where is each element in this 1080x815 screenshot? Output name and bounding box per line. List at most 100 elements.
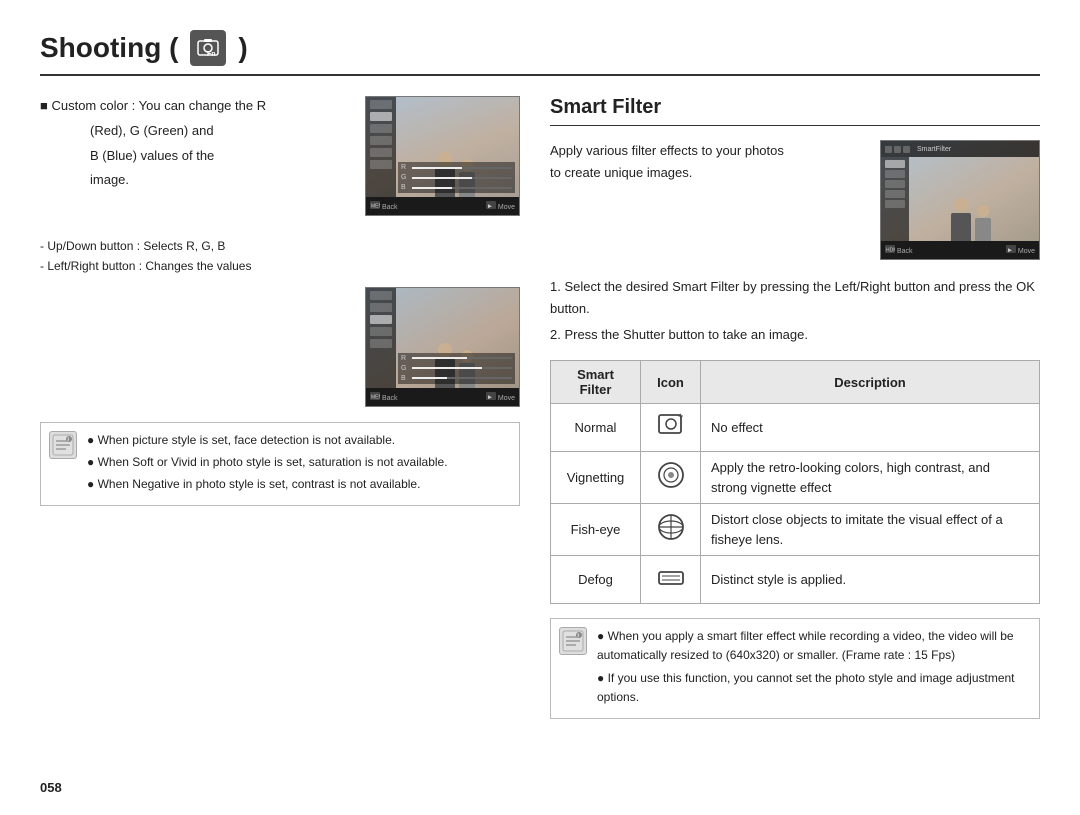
cam-sidebar-item-3 [370,124,392,133]
note-box-left: i ● When picture style is set, face dete… [40,422,520,507]
smart-filter-title: Smart Filter [550,96,1040,126]
svg-text:HDMI: HDMI [886,248,895,254]
camera-screen-2: R G B MENU [365,287,520,407]
filter-name-normal: Normal [551,404,641,452]
sf-sidebar-item-1 [885,160,905,168]
cam-sidebar-item-1 [370,100,392,109]
sf-dot-2 [894,146,901,153]
sf-sidebar-item-2 [885,170,905,178]
sf-dot-3 [903,146,910,153]
filter-desc-fisheye: Distort close objects to imitate the vis… [701,504,1040,556]
note-box-right: i ● When you apply a smart filter effect… [550,618,1040,719]
sf-cam-back: HDMI Back [885,245,913,255]
sf-dot-1 [885,146,892,153]
slider-track2-b [412,377,512,379]
sf-sidebar-item-5 [885,200,905,208]
note-icon-right: i [559,627,587,655]
cam-sidebar-item-2 [370,112,392,121]
cam-sidebar-2 [366,288,396,388]
filter-icon-defog [641,556,701,604]
filter-icon-vignetting [641,452,701,504]
second-camera-row: R G B MENU [40,287,520,407]
col-icon-header: Icon [641,361,701,404]
filter-desc-vignetting: Apply the retro-looking colors, high con… [701,452,1040,504]
sf-sidebar-item-4 [885,190,905,198]
step-2: 2. Press the Shutter button to take an i… [550,324,1040,346]
cam-sliders-1: R G B [398,162,515,193]
sf-sidebar-item-3 [885,180,905,188]
cam-back-label-2: MENU Back [370,392,398,402]
smart-filter-intro: Apply various filter effects to your pho… [550,140,1040,260]
cam-sidebar-item-5 [370,148,392,157]
person-body-sf-2 [975,218,991,241]
cam-sidebar-item2-5 [370,339,392,348]
svg-text:MENU: MENU [371,204,380,210]
cam-sidebar-item2-2 [370,303,392,312]
page-title: Shooting ( Fn ) [40,30,248,66]
sf-cam-topbar: SmartFilter [881,141,1039,157]
updown-line2: - Left/Right button : Changes the values [40,256,520,276]
person-head-sf-1 [954,198,968,212]
cam-sidebar-item-4 [370,136,392,145]
slider-label-g: G [401,174,409,181]
title-text: Shooting ( [40,32,178,64]
table-row: Fish-eye Distort close objects to imitat… [551,504,1040,556]
couple-figure-sf [913,186,1029,241]
updown-text: - Up/Down button : Selects R, G, B - Lef… [40,236,520,277]
smart-filter-camera: SmartFilter HDMI Back [880,140,1040,260]
svg-text:▶: ▶ [1008,248,1012,254]
cam-sliders-2: R G B [398,353,515,384]
cam-sidebar-item2-4 [370,327,392,336]
custom-color-line3: B (Blue) values of the [40,146,350,167]
cam-sidebar-item2-1 [370,291,392,300]
step-1: 1. Select the desired Smart Filter by pr… [550,276,1040,320]
cam-move-label: ▶ Move [486,201,515,211]
slider-track2-g [412,367,512,369]
cam-slider-row-2: G [401,174,512,181]
col-description-header: Description [701,361,1040,404]
steps-text: 1. Select the desired Smart Filter by pr… [550,276,1040,346]
cam-sidebar-1 [366,97,396,197]
table-row: Defog Distinct style is applied. [551,556,1040,604]
main-content: ■ Custom color : You can change the R (R… [40,96,1040,760]
intro-text: Apply various filter effects to your pho… [550,140,865,260]
page-number: 058 [40,780,1040,795]
custom-color-line2: (Red), G (Green) and [40,121,350,142]
note-icon-left: i [49,431,77,459]
note-left-bullet3: ● When Negative in photo style is set, c… [87,475,448,494]
left-column: ■ Custom color : You can change the R (R… [40,96,520,760]
svg-text:▶: ▶ [488,204,492,210]
note-right-bullet1: ● When you apply a smart filter effect w… [597,627,1031,665]
svg-text:+: + [678,411,683,421]
filter-name-vignetting: Vignetting [551,452,641,504]
slider-track-g [412,177,512,179]
svg-text:▶: ▶ [488,394,492,400]
slider-track-r [412,167,512,169]
sf-cam-label: SmartFilter [917,146,951,153]
filter-desc-defog: Distinct style is applied. [701,556,1040,604]
slider-label2-b: B [401,375,409,382]
table-row: Vignetting Apply the retro-looking color… [551,452,1040,504]
cam-slider-row2-2: G [401,365,512,372]
custom-color-line1: ■ Custom color : You can change the R [40,96,350,117]
cam-slider-row-1: R [401,164,512,171]
custom-color-section: ■ Custom color : You can change the R (R… [40,96,520,216]
cam-sidebar-item-6 [370,160,392,169]
custom-color-text: ■ Custom color : You can change the R (R… [40,96,350,216]
cam-slider-row2-1: R [401,355,512,362]
person-sf-1 [951,198,971,241]
updown-line1: - Up/Down button : Selects R, G, B [40,236,520,256]
title-suffix: ) [238,32,247,64]
note-text-left: ● When picture style is set, face detect… [87,431,448,498]
slider-track2-r [412,357,512,359]
cam-slider-row-3: B [401,184,512,191]
note-text-right: ● When you apply a smart filter effect w… [597,627,1031,710]
note-left-bullet2: ● When Soft or Vivid in photo style is s… [87,453,448,472]
svg-text:Fn: Fn [207,51,216,58]
intro-line2: to create unique images. [550,162,865,184]
shooting-mode-icon: Fn [190,30,226,66]
sf-cam-move: ▶ Move [1006,245,1035,255]
filter-icon-fisheye [641,504,701,556]
cam-sidebar-item2-3 [370,315,392,324]
table-header-row: Smart Filter Icon Description [551,361,1040,404]
